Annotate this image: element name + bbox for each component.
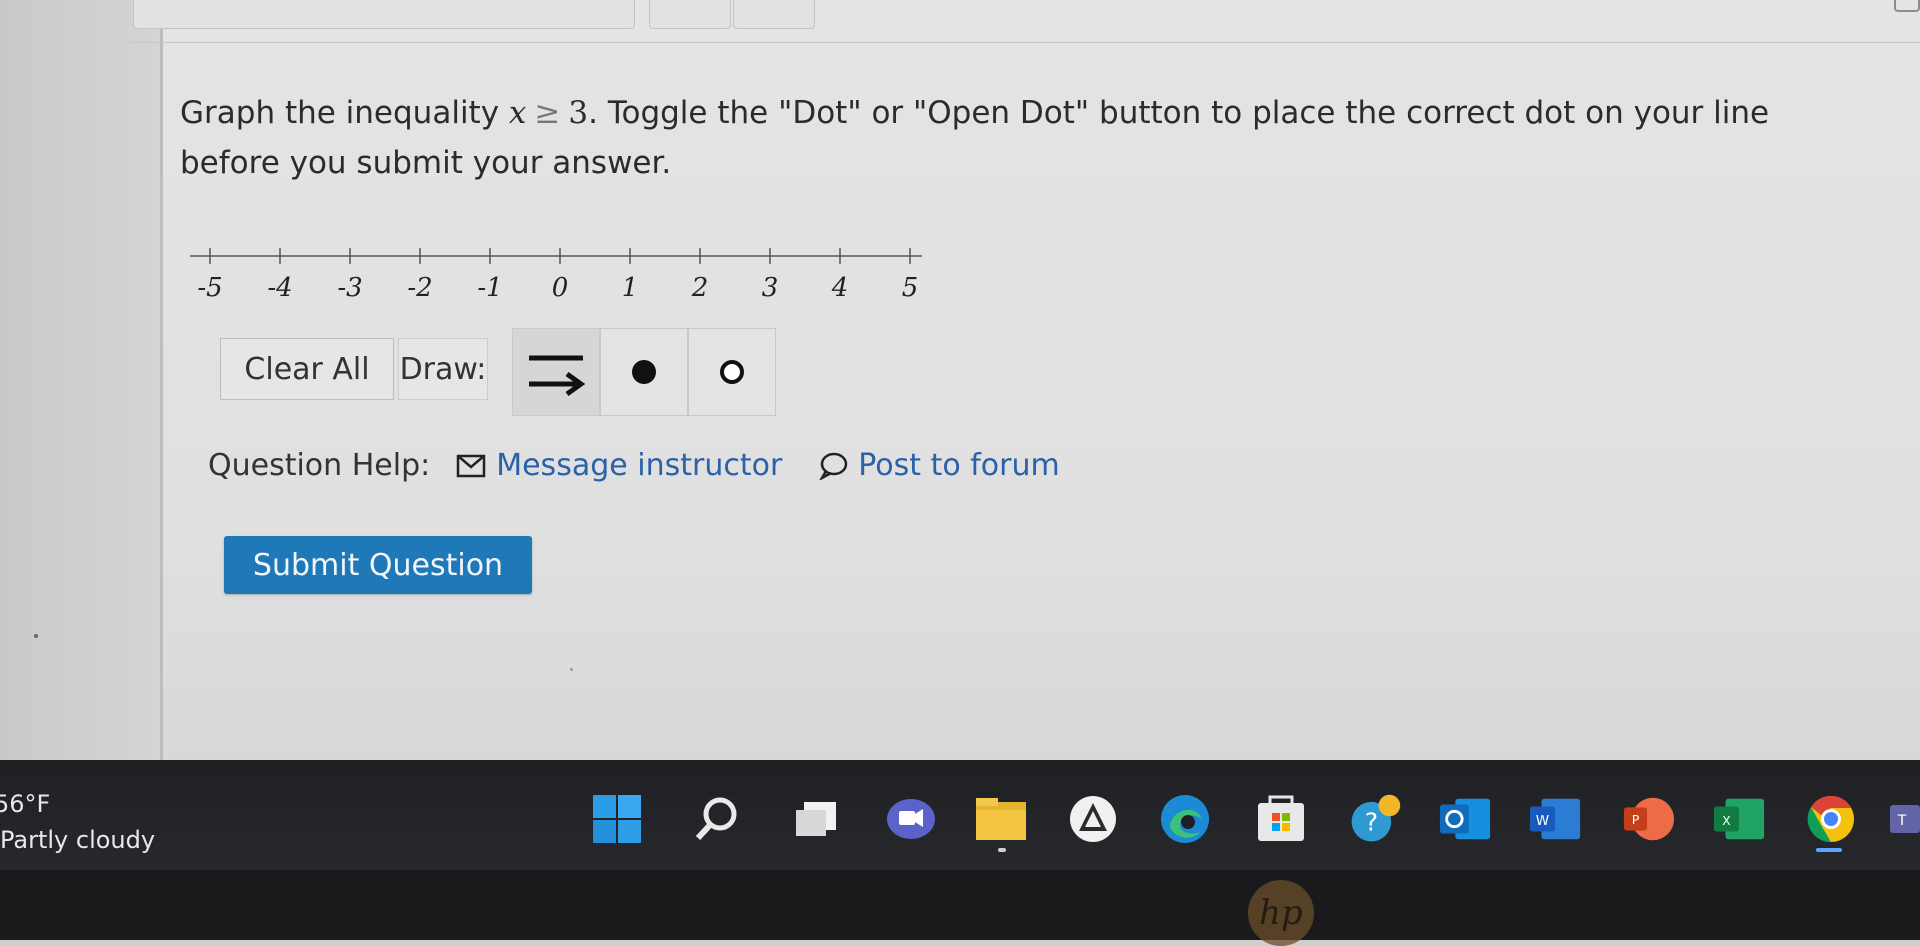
inequality-variable: x xyxy=(508,95,527,131)
weather-temperature: 56°F xyxy=(0,790,51,818)
number-line-label: 0 xyxy=(552,273,569,303)
filled-dot-icon xyxy=(632,360,656,384)
open-dot-icon xyxy=(720,360,744,384)
envelope-icon xyxy=(456,454,486,478)
message-instructor-text[interactable]: Message instructor xyxy=(496,448,782,483)
word-icon[interactable]: W xyxy=(1528,792,1582,846)
inequality-relation: ≥ xyxy=(534,95,561,131)
dot-tool-button[interactable] xyxy=(600,328,688,416)
left-gutter xyxy=(0,0,163,775)
corner-icon[interactable] xyxy=(1894,0,1920,12)
edge-browser-icon[interactable] xyxy=(1158,792,1212,846)
hp-logo: hp xyxy=(1248,880,1314,946)
number-line-label: 2 xyxy=(691,273,709,303)
screen-speck xyxy=(570,668,573,671)
powerpoint-icon[interactable]: P xyxy=(1622,792,1676,846)
submit-question-button[interactable]: Submit Question xyxy=(224,536,532,594)
question-help-label: Question Help: xyxy=(208,448,431,483)
excel-icon[interactable]: X xyxy=(1712,792,1766,846)
question-text: Graph the inequality x ≥3. Toggle the "Do… xyxy=(180,88,1820,188)
outlook-icon[interactable] xyxy=(1438,792,1492,846)
top-tab[interactable] xyxy=(733,0,815,29)
active-app-indicator xyxy=(998,848,1006,852)
help-app-icon[interactable]: ? xyxy=(1348,792,1402,846)
open-dot-tool-button[interactable] xyxy=(688,328,776,416)
number-line-label: -3 xyxy=(337,273,362,303)
number-line-label: 5 xyxy=(902,273,919,303)
file-explorer-icon[interactable] xyxy=(974,792,1028,846)
post-to-forum-text[interactable]: Post to forum xyxy=(858,448,1059,483)
weather-condition: Partly cloudy xyxy=(0,826,156,854)
ray-tool-button[interactable] xyxy=(512,328,600,416)
number-line-label: -2 xyxy=(407,273,432,303)
draw-label: Draw: xyxy=(398,338,488,400)
question-help: Question Help: Message instructor Post t… xyxy=(208,448,1060,483)
question-prefix: Graph the inequality xyxy=(180,95,509,131)
active-app-indicator xyxy=(1816,848,1842,852)
inequality-bound: 3 xyxy=(568,95,589,131)
microsoft-store-icon[interactable] xyxy=(1254,792,1308,846)
windows-start-icon[interactable] xyxy=(590,792,644,846)
svg-text:P: P xyxy=(1632,812,1640,827)
task-view-icon[interactable] xyxy=(790,792,844,846)
number-line-label: 1 xyxy=(622,273,639,303)
chrome-icon[interactable] xyxy=(1804,792,1858,846)
number-line-label: 3 xyxy=(762,273,779,303)
ray-arrow-icon xyxy=(529,355,586,397)
clear-all-button[interactable]: Clear All xyxy=(220,338,394,400)
svg-text:X: X xyxy=(1722,813,1731,828)
number-line-label: -5 xyxy=(197,273,222,303)
number-line-label: -1 xyxy=(477,273,502,303)
number-line[interactable]: -5 -4 -3 -2 -1 0 1 2 3 4 5 xyxy=(180,240,940,320)
teams-icon[interactable]: T xyxy=(1888,792,1920,846)
number-line-label: -4 xyxy=(267,273,292,303)
divider xyxy=(130,42,1920,43)
app-store-icon[interactable] xyxy=(1066,792,1120,846)
search-icon[interactable] xyxy=(690,792,744,846)
number-line-label: 4 xyxy=(831,273,849,303)
svg-text:T: T xyxy=(1897,813,1907,829)
speech-bubble-icon xyxy=(818,452,848,480)
message-instructor-link[interactable]: Message instructor xyxy=(456,448,782,483)
monitor-bezel xyxy=(0,870,1920,940)
svg-text:W: W xyxy=(1536,813,1549,829)
top-tab[interactable] xyxy=(649,0,731,29)
svg-text:?: ? xyxy=(1365,808,1378,837)
post-to-forum-link[interactable]: Post to forum xyxy=(818,448,1060,483)
teams-chat-icon[interactable] xyxy=(884,792,938,846)
weather-widget[interactable]: 56°F Partly cloudy xyxy=(0,790,155,854)
screen-speck xyxy=(34,634,38,638)
screen: Graph the inequality x ≥3. Toggle the "Do… xyxy=(0,0,1920,946)
top-tab[interactable] xyxy=(133,0,635,29)
